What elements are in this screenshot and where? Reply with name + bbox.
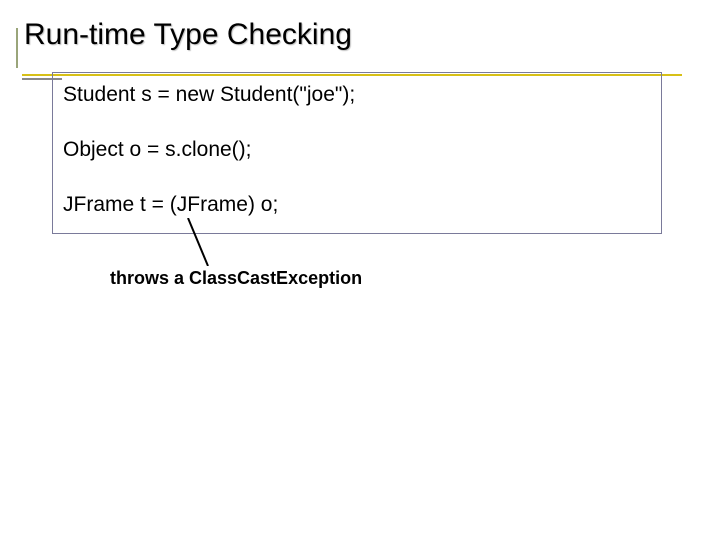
code-line-2: Object o = s.clone(); (63, 138, 651, 161)
code-line-3: JFrame t = (JFrame) o; (63, 193, 651, 216)
caption-text: throws a ClassCastException (110, 268, 362, 289)
title-bar: Run-time Type Checking (0, 18, 352, 52)
slide: Run-time Type Checking Student s = new S… (0, 0, 720, 540)
title-accent-vertical (16, 28, 18, 68)
code-line-1: Student s = new Student("joe"); (63, 83, 651, 106)
slide-title: Run-time Type Checking (24, 18, 352, 52)
code-box: Student s = new Student("joe"); Object o… (52, 72, 662, 234)
